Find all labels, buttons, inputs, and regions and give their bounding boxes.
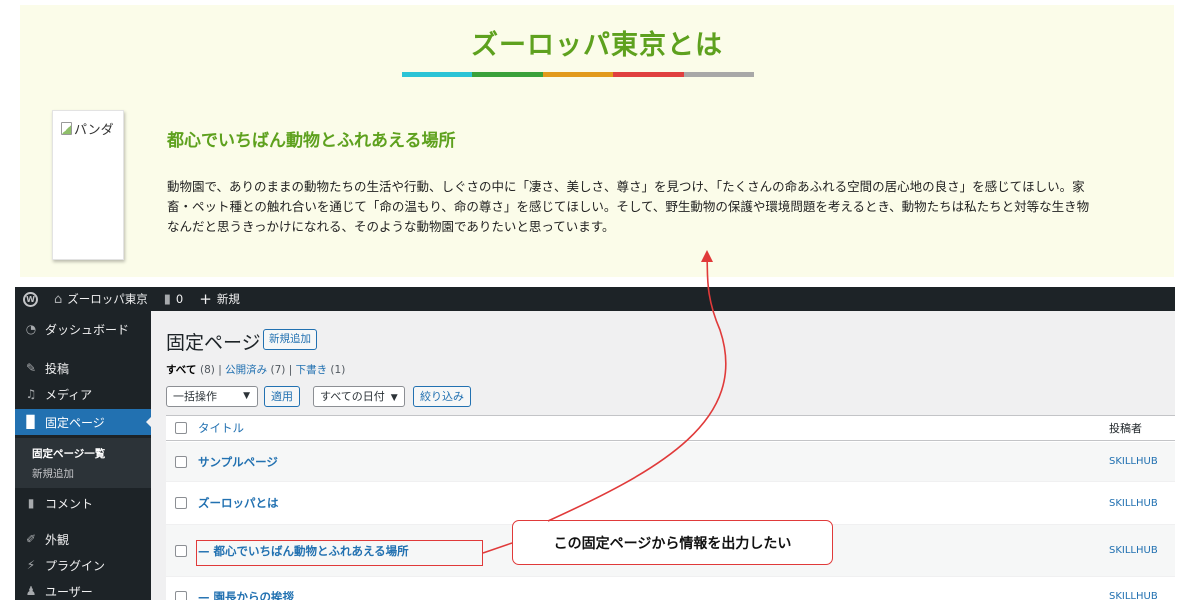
wp-logo-button[interactable]: W [15,291,46,307]
site-name-label: ズーロッパ東京 [67,292,148,306]
apply-button[interactable]: 適用 [264,386,300,407]
row-checkbox[interactable] [175,497,187,509]
sidebar-item-users[interactable]: ♟ ユーザー [15,578,151,600]
page-title: 固定ページ [166,332,261,354]
sidebar-item-label: ダッシュボード [45,322,130,337]
row-checkbox[interactable] [175,544,187,557]
section-title: ズーロッパ東京とは [471,30,723,61]
image-alt: パンダ [61,119,114,138]
page-title-link[interactable]: サンプルページ [198,454,278,470]
author-link[interactable]: SKILLHUB [1109,591,1158,600]
bulk-action-select[interactable]: 一括操作 ▼ [166,386,258,407]
table-row: サンプルページ SKILLHUB [166,442,1175,482]
preview-heading: 都心でいちばん動物とふれあえる場所 [167,131,456,151]
pages-table: タイトル 投稿者 サンプルページ SKILLHUB ズーロッパとは SKILLH… [166,415,1175,600]
filter-published-link[interactable]: 公開済み (7) [225,364,285,376]
plus-icon: + [199,290,212,308]
sidebar-item-comments[interactable]: ▮ コメント [15,490,151,516]
highlight-box [196,540,483,566]
wordpress-logo-icon: W [23,291,38,307]
home-icon: ⌂ [54,291,63,307]
add-new-button[interactable]: 新規追加 [263,329,317,350]
media-icon: ♫ [25,387,37,401]
sidebar-item-posts[interactable]: ✎ 投稿 [15,355,151,381]
column-title-header[interactable]: タイトル [198,420,244,436]
chevron-down-icon: ▼ [390,393,398,403]
sidebar-item-media[interactable]: ♫ メディア [15,381,151,407]
submenu-all-pages[interactable]: 固定ページ一覧 [32,446,105,461]
sidebar-item-label: 投稿 [45,361,70,376]
screenshot-stage: ズーロッパ東京とは パンダ 都心でいちばん動物とふれあえる場所 動物園で、ありの… [0,0,1200,600]
panda-image-broken: パンダ [52,110,124,260]
row-checkbox[interactable] [175,455,187,468]
comments-link[interactable]: ▮ 0 [156,292,191,307]
comment-icon: ▮ [27,496,35,510]
status-filter-links: すべて (8) | 公開済み (7) | 下書き (1) [166,364,346,376]
page-title-link[interactable]: — 園長からの挨拶 [198,589,294,600]
sidebar-item-label: ユーザー [45,584,93,599]
date-filter-select[interactable]: すべての日付 ▼ [313,386,405,407]
preview-body-text: 動物園で、ありのままの動物たちの生活や行動、しぐさの中に「凄さ、美しさ、尊さ」を… [167,179,1090,234]
select-all-checkbox[interactable] [175,422,187,434]
admin-bar: W ⌂ ズーロッパ東京 ▮ 0 + 新規 [15,287,1175,311]
new-label: 新規 [216,292,240,306]
color-bar-segment [402,72,473,77]
pages-submenu: 固定ページ一覧 新規追加 [15,438,151,488]
column-author-header: 投稿者 [1109,422,1142,435]
sidebar-item-appearance[interactable]: ✐ 外観 [15,526,151,552]
pin-icon: ✎ [25,361,37,375]
author-link[interactable]: SKILLHUB [1109,456,1158,467]
row-checkbox[interactable] [175,590,187,600]
broken-image-icon [61,122,72,135]
color-bar-segment [613,72,684,77]
sidebar-item-pages[interactable]: ▉ 固定ページ [15,409,152,435]
color-bar-segment [542,72,614,77]
admin-sidebar: ◔ ダッシュボード ✎ 投稿 ♫ メディア ▉ 固定ページ 固定ページ一覧 新規… [15,311,152,600]
site-name-link[interactable]: ⌂ ズーロッパ東京 [46,291,156,307]
table-row: — 園長からの挨拶 SKILLHUB [166,577,1175,600]
filter-all-link[interactable]: すべて (8) [166,364,215,376]
table-header-row: タイトル 投稿者 [166,416,1175,441]
new-content-link[interactable]: + 新規 [191,290,248,308]
callout-box: この固定ページから情報を出力したい [512,520,833,565]
comments-count: 0 [175,292,184,306]
sidebar-item-label: 外観 [45,532,70,547]
sidebar-item-dashboard[interactable]: ◔ ダッシュボード [15,316,151,342]
color-bar-segment [472,72,543,77]
sidebar-item-label: コメント [45,496,94,511]
page-title-link[interactable]: ズーロッパとは [198,495,279,511]
page-icon: ▉ [26,415,36,429]
submenu-add-new[interactable]: 新規追加 [32,466,74,481]
filter-draft-link[interactable]: 下書き (1) [296,364,346,376]
author-link[interactable]: SKILLHUB [1109,545,1158,556]
filter-button[interactable]: 絞り込み [413,386,471,407]
plugin-icon: ⚡ [26,558,36,572]
comment-icon: ▮ [163,291,171,307]
table-row: ズーロッパとは SKILLHUB [166,482,1175,525]
sidebar-item-label: 固定ページ [45,415,105,430]
chevron-down-icon: ▼ [243,391,250,401]
site-preview-section: ズーロッパ東京とは パンダ 都心でいちばん動物とふれあえる場所 動物園で、ありの… [20,5,1174,277]
image-alt-text: パンダ [74,123,114,138]
sidebar-item-plugins[interactable]: ⚡ プラグイン [15,552,151,578]
sidebar-item-label: プラグイン [45,558,106,573]
title-color-bar [402,72,755,77]
author-link[interactable]: SKILLHUB [1109,498,1158,509]
sidebar-item-label: メディア [45,387,93,402]
user-icon: ♟ [25,584,37,598]
dashboard-icon: ◔ [25,322,37,336]
brush-icon: ✐ [25,532,37,546]
color-bar-segment [683,72,755,77]
